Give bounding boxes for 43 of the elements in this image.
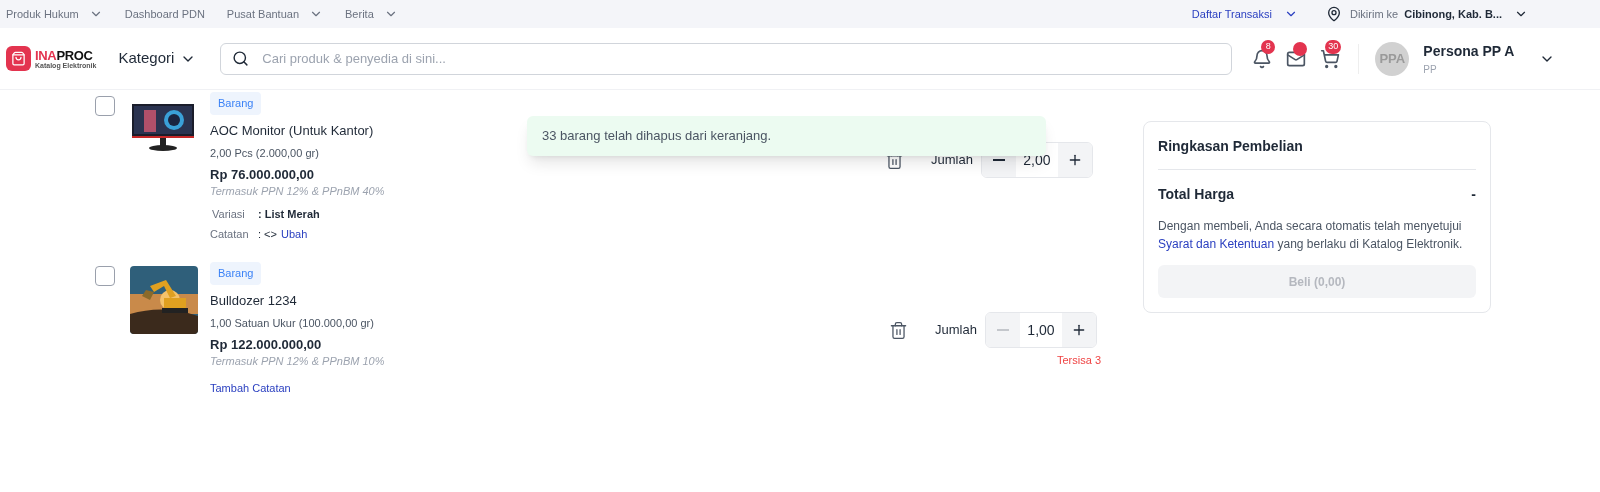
total-label: Total Harga	[1158, 185, 1234, 204]
location-pin-icon	[1325, 6, 1342, 22]
delete-icon[interactable]	[889, 320, 909, 340]
tax-note: Termasuk PPN 12% & PPnBM 40%	[210, 184, 386, 199]
cart-badge: 30	[1325, 39, 1342, 54]
top-nav-link[interactable]: Dashboard PDN	[124, 5, 205, 23]
agreement-text: Dengan membeli, Anda secara otomatis telah menyetujui Syarat dan Ketentuan yang berlaku di Katalog Elektronik.	[1158, 218, 1464, 253]
variation-value: : List Merah	[258, 206, 320, 222]
unit-text: 1,00 Satuan Ukur (100.000,00 gr)	[210, 315, 375, 331]
price: Rp 76.000.000,00	[210, 167, 316, 183]
checkbox[interactable]	[95, 266, 115, 286]
delivery-label: Dikirim ke	[1349, 6, 1399, 22]
search-field[interactable]: Cari produk & penyedia di sini...	[220, 42, 1233, 75]
toast-notification: 33 barang telah dihapus dari keranjang.	[527, 116, 1046, 156]
tag: Barang	[210, 262, 262, 285]
variation-label: Variasi	[211, 206, 246, 222]
note-value: : <>	[258, 227, 277, 242]
total-value: -	[1471, 185, 1477, 204]
edit-note-link[interactable]: Ubah	[280, 226, 308, 243]
terms-link[interactable]: Syarat dan Ketentuan	[1158, 237, 1275, 251]
cart-icon[interactable]	[1320, 48, 1341, 69]
notification-bell-icon[interactable]	[1252, 48, 1273, 69]
add-note-link[interactable]: Tambah Catatan	[210, 379, 710, 396]
checkbox[interactable]	[95, 96, 115, 116]
price: Rp 122.000.000,00	[210, 337, 323, 353]
top-nav-link[interactable]: Produk Hukum	[6, 5, 79, 23]
transactions-link[interactable]: Daftar Transaksi	[1191, 5, 1272, 23]
user-name: Persona PP A	[1423, 41, 1516, 61]
note-label: Catatan	[210, 227, 250, 242]
search-icon	[232, 49, 250, 67]
top-nav-link[interactable]: Berita	[345, 5, 374, 23]
product-name[interactable]: Bulldozer 1234	[210, 292, 710, 309]
tax-note: Termasuk PPN 12% & PPnBM 10%	[210, 354, 386, 369]
notification-badge: 8	[1261, 39, 1276, 54]
quantity-label: Jumlah	[935, 321, 977, 340]
delivery-location[interactable]: Cibinong, Kab. B...	[1404, 5, 1502, 23]
top-nav-link[interactable]: Pusat Bantuan	[226, 5, 300, 23]
user-role: PP	[1423, 62, 1438, 77]
stock-note: Tersisa 3	[1057, 353, 1102, 368]
tag: Barang	[210, 92, 262, 115]
summary-title: Ringkasan Pembelian	[1158, 136, 1477, 170]
category-dropdown[interactable]: Kategori	[118, 47, 175, 70]
unit-text: 2,00 Pcs (2.000,00 gr)	[210, 145, 320, 161]
